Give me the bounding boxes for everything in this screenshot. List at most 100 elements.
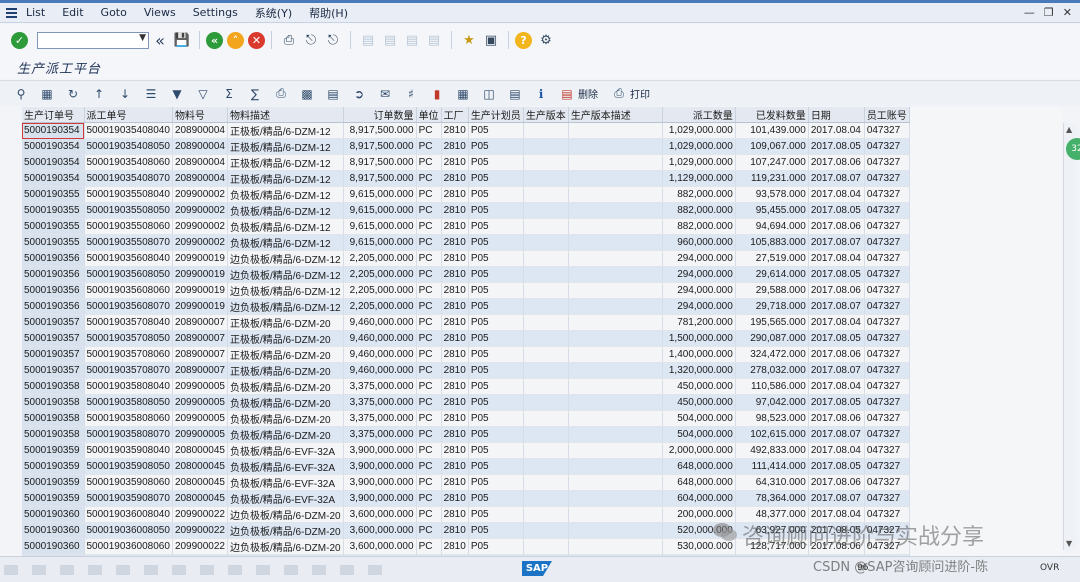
table-cell[interactable]: 29,588.000: [735, 282, 809, 299]
table-cell[interactable]: 5000190358: [22, 394, 85, 411]
table-cell[interactable]: 209900005: [172, 426, 229, 443]
table-cell[interactable]: 500019036008060: [84, 538, 173, 555]
table-cell[interactable]: 正极板/精品/6-DZM-12: [227, 122, 344, 139]
table-cell[interactable]: 5000190358: [22, 410, 85, 427]
table-cell[interactable]: PC: [416, 426, 442, 443]
table-cell[interactable]: 208900004: [172, 122, 229, 139]
table-cell[interactable]: 208000045: [172, 490, 229, 507]
table-cell[interactable]: 500019035408060: [84, 154, 173, 171]
help-icon[interactable]: ?: [515, 31, 532, 49]
table-cell[interactable]: 047327: [864, 330, 910, 347]
table-cell[interactable]: 2017.08.07: [808, 362, 865, 379]
table-cell[interactable]: 95,455.000: [735, 202, 809, 219]
column-header[interactable]: 生产版本描述: [568, 107, 663, 123]
table-row[interactable]: 5000190357 500019035708070 208900007 正极板/精品…: [22, 362, 910, 379]
table-cell[interactable]: 29,718.000: [735, 298, 809, 315]
table-cell[interactable]: 5000190359: [22, 442, 85, 459]
previous-page-icon[interactable]: ▤: [381, 31, 399, 49]
table-row[interactable]: 5000190354 500019035408040 208900004 正极板/精品…: [22, 122, 910, 139]
table-cell[interactable]: 边负极板/精品/6-DZM-12: [227, 298, 344, 315]
table-cell[interactable]: 2810: [441, 122, 469, 139]
table-row[interactable]: 5000190357 500019035708050 208900007 正极板/精品…: [22, 330, 910, 347]
table-cell[interactable]: P05: [468, 170, 524, 187]
sort-descending-icon[interactable]: ↓: [116, 85, 134, 103]
cancel-icon[interactable]: ✕: [248, 31, 265, 49]
table-cell[interactable]: 492,833.000: [735, 442, 809, 459]
table-cell[interactable]: [523, 234, 569, 251]
change-layout-icon[interactable]: ▦: [454, 85, 472, 103]
table-cell[interactable]: 9,460,000.000: [343, 362, 417, 379]
table-cell[interactable]: PC: [416, 218, 442, 235]
table-cell[interactable]: P05: [468, 538, 524, 555]
table-cell[interactable]: 2017.08.06: [808, 218, 865, 235]
table-row[interactable]: 5000190354 500019035408060 208900004 正极板/精品…: [22, 154, 910, 171]
table-cell[interactable]: 2017.08.04: [808, 442, 865, 459]
table-cell[interactable]: [523, 506, 569, 523]
local-file-icon[interactable]: ➲: [350, 85, 368, 103]
save-layout-icon[interactable]: ▤: [506, 85, 524, 103]
table-cell[interactable]: 5000190357: [22, 362, 85, 379]
command-input[interactable]: [38, 37, 134, 53]
menu-settings[interactable]: Settings: [193, 6, 238, 19]
table-cell[interactable]: P05: [468, 346, 524, 363]
abc-analysis-icon[interactable]: ♯: [402, 85, 420, 103]
table-cell[interactable]: 2810: [441, 170, 469, 187]
table-cell[interactable]: 2810: [441, 506, 469, 523]
table-cell[interactable]: 2017.08.05: [808, 202, 865, 219]
table-cell[interactable]: PC: [416, 330, 442, 347]
table-cell[interactable]: 882,000.000: [662, 186, 736, 203]
table-cell[interactable]: 500019035908070: [84, 490, 173, 507]
table-cell[interactable]: 208000045: [172, 442, 229, 459]
table-cell[interactable]: 2017.08.05: [808, 138, 865, 155]
save-icon[interactable]: 💾: [173, 31, 191, 49]
column-header[interactable]: 物料描述: [227, 107, 344, 123]
column-header[interactable]: 订单数量: [343, 107, 417, 123]
table-cell[interactable]: P05: [468, 410, 524, 427]
table-cell[interactable]: 500019035808070: [84, 426, 173, 443]
table-cell[interactable]: 209900002: [172, 186, 229, 203]
table-cell[interactable]: P05: [468, 186, 524, 203]
table-cell[interactable]: 324,472.000: [735, 346, 809, 363]
table-cell[interactable]: P05: [468, 330, 524, 347]
command-field[interactable]: ▼: [37, 31, 149, 53]
table-cell[interactable]: 负极板/精品/6-DZM-12: [227, 234, 344, 251]
table-cell[interactable]: 294,000.000: [662, 282, 736, 299]
table-cell[interactable]: 2810: [441, 218, 469, 235]
table-row[interactable]: 5000190359 500019035908050 208000045 负极板/精品…: [22, 458, 910, 475]
table-cell[interactable]: 5000190356: [22, 266, 85, 283]
table-cell[interactable]: [568, 186, 663, 203]
table-cell[interactable]: 110,586.000: [735, 378, 809, 395]
column-header[interactable]: 工厂: [441, 107, 469, 123]
menu-views[interactable]: Views: [144, 6, 176, 19]
table-cell[interactable]: PC: [416, 522, 442, 539]
menu-edit[interactable]: Edit: [62, 6, 83, 19]
table-cell[interactable]: 500019036008040: [84, 506, 173, 523]
table-cell[interactable]: 2,000,000.000: [662, 442, 736, 459]
table-cell[interactable]: PC: [416, 250, 442, 267]
print-preview-icon[interactable]: ⎙: [272, 85, 290, 103]
table-cell[interactable]: 047327: [864, 282, 910, 299]
table-cell[interactable]: PC: [416, 378, 442, 395]
table-cell[interactable]: 105,883.000: [735, 234, 809, 251]
table-cell[interactable]: [523, 394, 569, 411]
table-cell[interactable]: 97,042.000: [735, 394, 809, 411]
table-cell[interactable]: 209900022: [172, 522, 229, 539]
table-cell[interactable]: P05: [468, 282, 524, 299]
table-cell[interactable]: 450,000.000: [662, 378, 736, 395]
table-cell[interactable]: P05: [468, 378, 524, 395]
table-cell[interactable]: 2017.08.06: [808, 410, 865, 427]
table-cell[interactable]: 98,523.000: [735, 410, 809, 427]
table-cell[interactable]: 2810: [441, 346, 469, 363]
table-cell[interactable]: 2017.08.07: [808, 298, 865, 315]
sort-ascending-icon[interactable]: ↑: [90, 85, 108, 103]
table-cell[interactable]: 2017.08.05: [808, 330, 865, 347]
table-cell[interactable]: 负极板/精品/6-DZM-12: [227, 202, 344, 219]
table-cell[interactable]: 2017.08.04: [808, 314, 865, 331]
column-header[interactable]: 生产计划员: [468, 107, 524, 123]
table-cell[interactable]: [523, 442, 569, 459]
table-cell[interactable]: 正极板/精品/6-DZM-12: [227, 170, 344, 187]
table-cell[interactable]: [568, 234, 663, 251]
table-cell[interactable]: [523, 410, 569, 427]
table-cell[interactable]: 2810: [441, 154, 469, 171]
table-cell[interactable]: [568, 474, 663, 491]
